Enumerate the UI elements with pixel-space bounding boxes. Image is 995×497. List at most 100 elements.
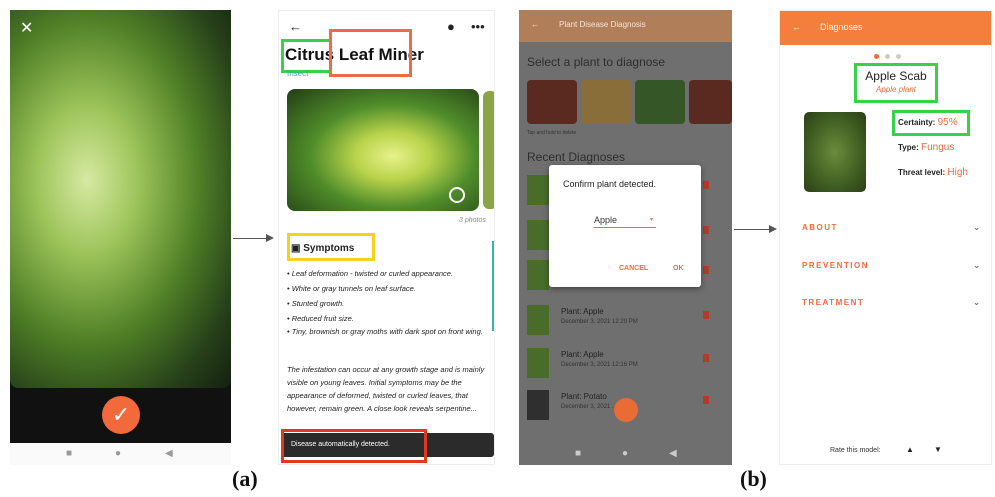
diagnosis-thumbnail — [527, 348, 549, 378]
more-icon[interactable]: ••• — [471, 19, 485, 34]
arrow-head — [266, 234, 274, 242]
chevron-down-icon: ⌄ — [973, 223, 980, 232]
trash-icon[interactable] — [703, 266, 709, 274]
loading-spinner — [614, 398, 638, 422]
type-value: Fungus — [920, 142, 955, 153]
symptoms-label: Symptoms — [303, 243, 355, 254]
plant-card-tomato[interactable] — [689, 80, 732, 124]
threat-label: Threat level: — [898, 168, 946, 177]
plant-dropdown[interactable]: Apple ▼ — [594, 215, 656, 228]
dropdown-value: Apple — [594, 215, 618, 225]
home-icon[interactable]: ● — [115, 448, 121, 459]
diagnosis-screen: ← Diagnoses Apple Scab Apple plant Certa… — [779, 10, 992, 465]
trash-icon[interactable] — [703, 354, 709, 362]
scroll-indicator — [492, 241, 494, 331]
section-label: ABOUT — [802, 223, 838, 232]
thumbs-down-icon[interactable]: ▼ — [934, 445, 942, 454]
plant-card-apple[interactable] — [527, 80, 577, 124]
pest-detail-screen: ← ● ••• Citrus Leaf Miner Insect 3 photo… — [278, 10, 495, 465]
pest-photo-next[interactable] — [483, 91, 494, 209]
chevron-down-icon: ▼ — [649, 217, 654, 223]
page-dot — [874, 54, 879, 59]
diagnosis-title: Plant: Apple — [561, 350, 604, 359]
highlight-box-green — [281, 39, 332, 73]
diagnosis-title: Plant: Potato — [561, 392, 607, 401]
section-label: PREVENTION — [802, 261, 870, 270]
close-icon[interactable]: ✕ — [20, 18, 33, 38]
cancel-button[interactable]: CANCEL — [619, 265, 648, 272]
list-item[interactable]: Plant: Apple December 3, 2021 12:16 PM — [527, 348, 723, 388]
page-indicator — [874, 54, 904, 60]
type-label: Type: — [898, 143, 919, 152]
trash-icon[interactable] — [703, 181, 709, 189]
trash-icon[interactable] — [703, 396, 709, 404]
ok-button[interactable]: OK — [673, 265, 684, 272]
diagnosis-thumbnail — [527, 220, 549, 250]
symptoms-list: • Leaf deformation - twisted or curled a… — [287, 266, 491, 337]
chevron-down-icon: ⌄ — [973, 261, 980, 270]
recent-heading: Recent Diagnoses — [527, 150, 626, 164]
list-item: • Stunted growth. — [287, 299, 345, 308]
delete-hint: Tap and hold to delete — [527, 130, 577, 136]
list-item: • Tiny, brownish or gray moths with dark… — [287, 327, 483, 336]
diagnosis-thumbnail — [527, 305, 549, 335]
header-title: Plant Disease Diagnosis — [559, 20, 646, 29]
diagnosis-thumbnail — [527, 260, 549, 290]
pest-description: The infestation can occur at any growth … — [287, 365, 485, 413]
highlight-box-orange — [329, 29, 412, 77]
highlight-box-red — [281, 429, 427, 463]
book-icon: ▣ — [291, 243, 304, 254]
arrow-connector — [233, 238, 267, 239]
section-prevention[interactable]: PREVENTION ⌄ — [802, 261, 980, 270]
confirm-button[interactable]: ✓ — [102, 396, 140, 434]
thumbs-up-icon[interactable]: ▲ — [906, 445, 914, 454]
arrow-connector — [734, 229, 770, 230]
app-header: ← Diagnoses — [780, 11, 991, 45]
dialog-title: Confirm plant detected. — [563, 179, 657, 189]
highlight-box-green — [854, 63, 938, 103]
system-navbar: ■ ● ◀ — [10, 443, 231, 465]
back-icon[interactable]: ◀ — [165, 448, 173, 459]
system-navbar: ■ ● ◀ — [519, 443, 732, 465]
confirm-plant-dialog: Confirm plant detected. Apple ▼ CANCEL O… — [549, 165, 701, 287]
photo-count: 3 photos — [459, 217, 486, 224]
camera-screen: ✕ ✓ ■ ● ◀ — [10, 10, 231, 465]
share-icon[interactable]: ● — [447, 19, 455, 34]
pest-type: Insect — [287, 69, 309, 78]
section-about[interactable]: ABOUT ⌄ — [802, 223, 980, 232]
diagnosis-date: December 3, 2021 12:20 PM — [561, 319, 638, 325]
threat-row: Threat level: High — [898, 167, 968, 178]
home-icon[interactable]: ● — [622, 448, 628, 459]
back-arrow-icon[interactable]: ← — [792, 22, 801, 32]
list-item: • Leaf deformation - twisted or curled a… — [287, 269, 454, 278]
page-dot — [885, 54, 890, 59]
list-item[interactable]: Plant: Apple December 3, 2021 12:20 PM — [527, 305, 723, 345]
rate-model-label: Rate this model: — [830, 447, 881, 454]
back-arrow-icon[interactable]: ← — [531, 20, 539, 29]
zoom-icon[interactable] — [449, 187, 465, 203]
symptoms-heading: ▣ Symptoms — [291, 243, 354, 254]
figure-label-a: (a) — [232, 466, 258, 491]
plant-card-potato[interactable] — [581, 80, 631, 124]
app-header: ← Plant Disease Diagnosis — [519, 10, 732, 42]
diagnosis-thumbnail — [527, 175, 549, 205]
recent-apps-icon[interactable]: ■ — [66, 448, 72, 459]
diagnosis-date: December 3, 2021 12:16 PM — [561, 362, 638, 368]
plant-select-screen: ← Plant Disease Diagnosis Select a plant… — [519, 10, 732, 465]
plant-card-rice[interactable] — [635, 80, 685, 124]
back-icon[interactable]: ◀ — [669, 448, 677, 459]
diagnosis-thumbnail — [527, 390, 549, 420]
arrow-head — [769, 225, 777, 233]
section-treatment[interactable]: TREATMENT ⌄ — [802, 298, 980, 307]
recent-apps-icon[interactable]: ■ — [575, 448, 581, 459]
select-plant-heading: Select a plant to diagnose — [527, 55, 666, 69]
trash-icon[interactable] — [703, 226, 709, 234]
leaf-photo — [10, 10, 231, 388]
disease-photo — [804, 112, 866, 192]
back-arrow-icon[interactable]: ← — [289, 19, 302, 34]
list-item: • White or gray tunnels on leaf surface. — [287, 284, 416, 293]
highlight-box-green — [892, 110, 970, 136]
list-item: • Reduced fruit size. — [287, 314, 354, 323]
threat-value: High — [947, 167, 968, 178]
trash-icon[interactable] — [703, 311, 709, 319]
